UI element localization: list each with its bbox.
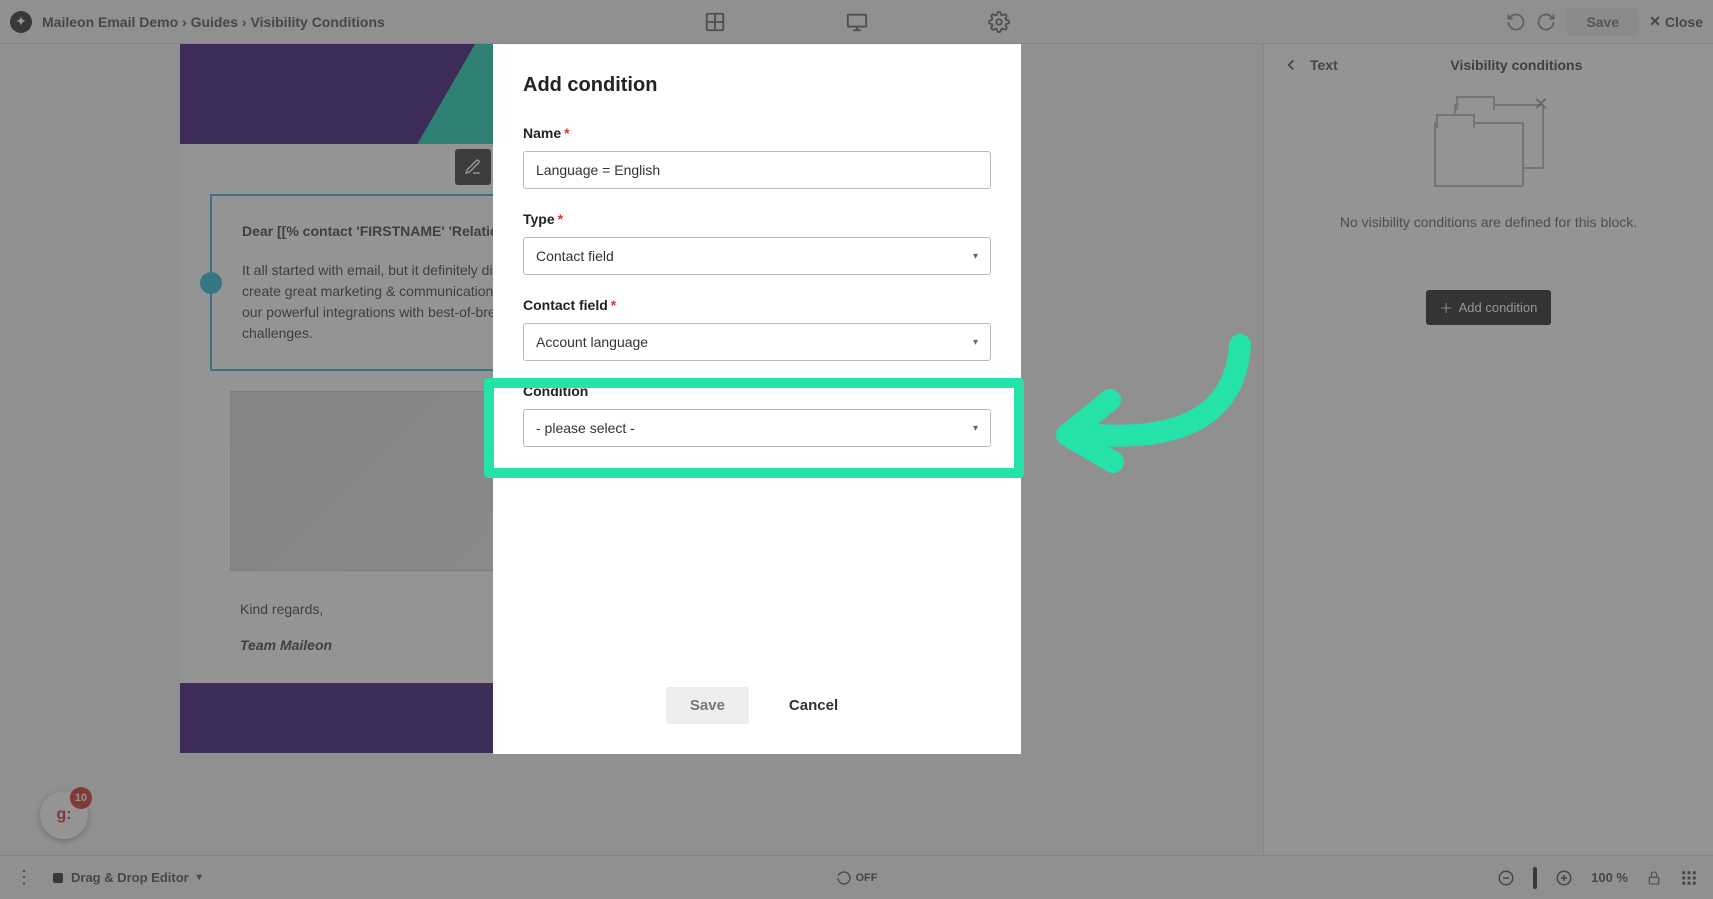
field-type: Type* Contact field ▾ — [523, 211, 991, 275]
condition-value: - please select - — [536, 420, 635, 436]
chevron-down-icon: ▾ — [973, 337, 978, 348]
type-label-text: Type — [523, 211, 555, 227]
condition-select[interactable]: - please select - ▾ — [523, 409, 991, 447]
contact-field-select[interactable]: Account language ▾ — [523, 323, 991, 361]
required-asterisk: * — [611, 297, 616, 313]
chevron-down-icon: ▾ — [973, 423, 978, 434]
contact-field-label-text: Contact field — [523, 297, 608, 313]
modal-save-button[interactable]: Save — [666, 687, 749, 724]
field-contact-field: Contact field* Account language ▾ — [523, 297, 991, 361]
type-value: Contact field — [536, 248, 614, 264]
modal-title: Add condition — [523, 74, 991, 97]
name-label-text: Name — [523, 125, 561, 141]
contact-field-label: Contact field* — [523, 297, 991, 313]
field-condition: Condition - please select - ▾ — [523, 383, 991, 447]
field-name: Name* — [523, 125, 991, 189]
type-select[interactable]: Contact field ▾ — [523, 237, 991, 275]
required-asterisk: * — [558, 211, 563, 227]
contact-field-value: Account language — [536, 334, 648, 350]
type-label: Type* — [523, 211, 991, 227]
modal-cancel-button[interactable]: Cancel — [779, 687, 848, 724]
modal-actions: Save Cancel — [523, 687, 991, 734]
condition-label: Condition — [523, 383, 991, 399]
chevron-down-icon: ▾ — [973, 251, 978, 262]
required-asterisk: * — [564, 125, 569, 141]
add-condition-modal: Add condition Name* Type* Contact field … — [493, 44, 1021, 754]
condition-label-text: Condition — [523, 383, 588, 399]
name-input[interactable] — [523, 151, 991, 189]
name-label: Name* — [523, 125, 991, 141]
